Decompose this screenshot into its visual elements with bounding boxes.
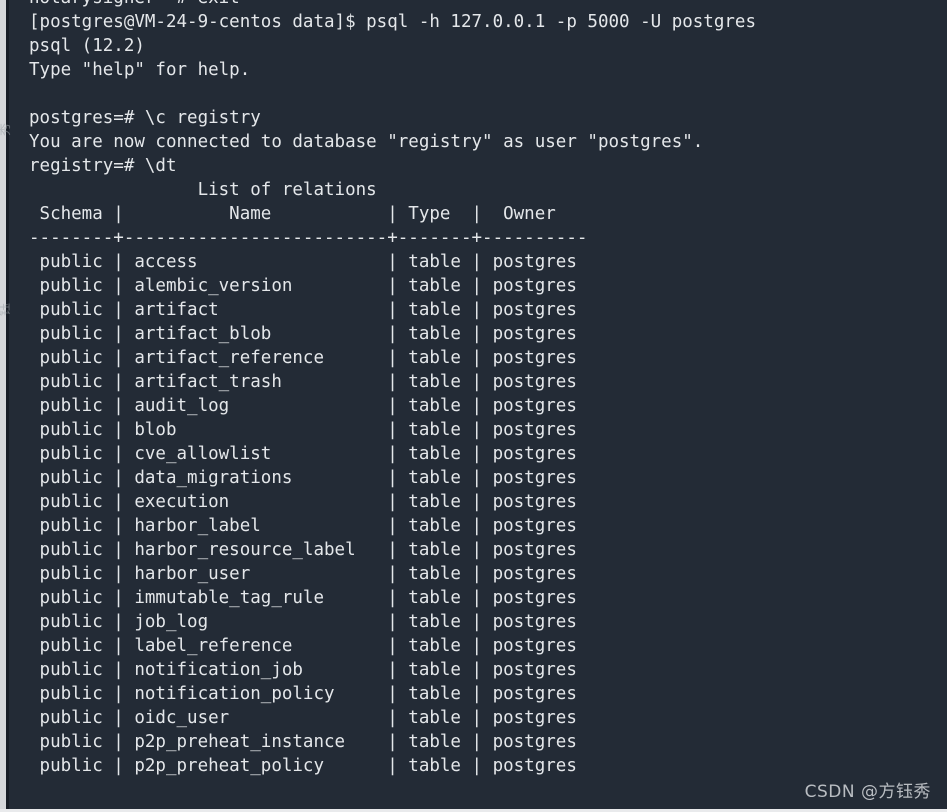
- terminal-line: psql (12.2): [29, 36, 145, 56]
- terminal-line: public | artifact | table | postgres: [29, 300, 577, 320]
- terminal-line: public | p2p_preheat_policy | table | po…: [29, 756, 577, 776]
- terminal-window[interactable]: 秀 钰 notarysigner ~# exit [postgres@VM-24…: [0, 0, 947, 812]
- terminal-line: public | data_migrations | table | postg…: [29, 468, 577, 488]
- terminal-line: public | artifact_reference | table | po…: [29, 348, 577, 368]
- terminal-line: postgres=# \c registry: [29, 108, 261, 128]
- terminal-line-list: [postgres@VM-24-9-centos data]$ psql -h …: [9, 10, 947, 778]
- terminal-line-scrollback-clipped: notarysigner ~# exit: [9, 0, 947, 10]
- terminal-line: public | blob | table | postgres: [29, 420, 577, 440]
- terminal-line: public | label_reference | table | postg…: [29, 636, 577, 656]
- terminal-line: public | harbor_user | table | postgres: [29, 564, 577, 584]
- terminal-line: public | artifact_blob | table | postgre…: [29, 324, 577, 344]
- terminal-line: List of relations: [29, 180, 377, 200]
- terminal-line: public | access | table | postgres: [29, 252, 577, 272]
- left-edge-strip-shadow: [6, 0, 9, 812]
- terminal-line: You are now connected to database "regis…: [29, 132, 704, 152]
- terminal-line: public | cve_allowlist | table | postgre…: [29, 444, 577, 464]
- terminal-line: public | notification_policy | table | p…: [29, 684, 577, 704]
- terminal-line: public | alembic_version | table | postg…: [29, 276, 577, 296]
- terminal-line: public | execution | table | postgres: [29, 492, 577, 512]
- terminal-line: public | immutable_tag_rule | table | po…: [29, 588, 577, 608]
- terminal-line: Schema | Name | Type | Owner: [29, 204, 588, 224]
- terminal-line: public | artifact_trash | table | postgr…: [29, 372, 577, 392]
- terminal-line: public | p2p_preheat_instance | table | …: [29, 732, 577, 752]
- csdn-watermark: CSDN @方钰秀: [804, 782, 931, 802]
- terminal-line: public | job_log | table | postgres: [29, 612, 577, 632]
- terminal-line: public | notification_job | table | post…: [29, 660, 577, 680]
- terminal-line: public | harbor_resource_label | table |…: [29, 540, 577, 560]
- terminal-line: --------+-------------------------+-----…: [29, 228, 588, 248]
- terminal-line: registry=# \dt: [29, 156, 177, 176]
- terminal-line: public | audit_log | table | postgres: [29, 396, 577, 416]
- terminal-line: public | harbor_label | table | postgres: [29, 516, 577, 536]
- terminal-line: Type "help" for help.: [29, 60, 251, 80]
- terminal-line: [postgres@VM-24-9-centos data]$ psql -h …: [29, 12, 756, 32]
- terminal-line: public | oidc_user | table | postgres: [29, 708, 577, 728]
- scrollback-clipped-text: notarysigner ~# exit: [29, 0, 240, 10]
- terminal-output: notarysigner ~# exit [postgres@VM-24-9-c…: [9, 0, 947, 812]
